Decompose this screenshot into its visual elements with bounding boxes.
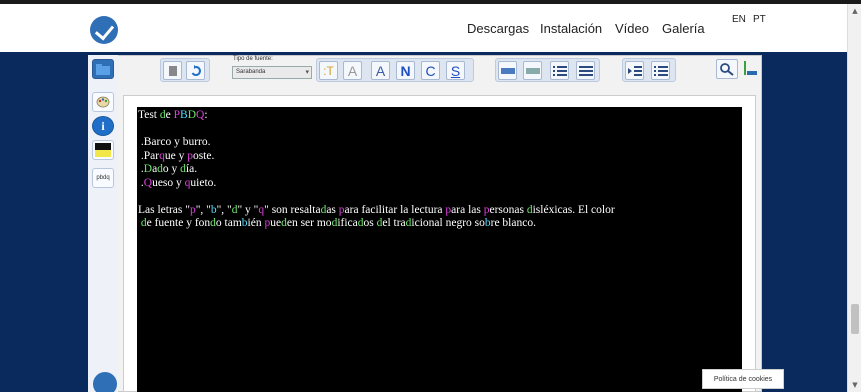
open-folder-icon[interactable]	[92, 59, 114, 79]
nav-link-descargas[interactable]: Descargas	[467, 21, 529, 36]
scroll-up-icon[interactable]: ▲	[850, 6, 860, 16]
text-segment: ía.	[185, 163, 198, 175]
nav-link-instalacion[interactable]: Instalación	[540, 21, 602, 36]
text-segment: D	[187, 109, 196, 121]
list-item: .Barco y burro.	[138, 136, 741, 150]
pbdq-toggle-button[interactable]: pbdq	[92, 168, 114, 188]
editor-paragraph: Las letras "p", "b", "d" y "q" son resal…	[138, 204, 741, 231]
nav-link-video[interactable]: Vídeo	[615, 21, 649, 36]
text-segment: uieto.	[190, 176, 217, 189]
paragraph-line: Las letras "p", "b", "d" y "q" son resal…	[138, 204, 741, 218]
text-segment: el tra	[382, 217, 406, 229]
editor-list: .Barco y burro. .Parque y poste. .Dado y…	[138, 136, 741, 190]
numbered-list-icon[interactable]	[576, 61, 595, 80]
outdent-icon[interactable]	[651, 61, 670, 80]
page-scrollbar[interactable]: ▲ ▼	[847, 4, 861, 392]
text-segment: ue	[270, 217, 282, 229]
text-segment: ién	[247, 217, 265, 229]
text-segment: as	[326, 203, 339, 216]
text-segment: isléxicas. El color	[532, 203, 615, 216]
app-logo-icon[interactable]	[90, 16, 118, 44]
text-segment: icional negro so	[411, 217, 485, 229]
palette-icon[interactable]	[92, 92, 114, 112]
text-segment: B	[180, 109, 188, 121]
text-segment: o y	[162, 163, 181, 175]
text-segment: " y "	[237, 203, 259, 216]
indent-icon[interactable]	[625, 61, 644, 80]
scroll-thumb[interactable]	[851, 304, 859, 334]
editor-sidebar: i pbdq	[88, 55, 118, 392]
lang-en[interactable]: EN	[732, 14, 746, 25]
underline-button[interactable]: S	[446, 61, 465, 80]
text-editor-area[interactable]: Test de PBDQ: .Barco y burro. .Parque y …	[137, 107, 742, 392]
text-segment: ue y	[164, 149, 188, 162]
text-segment: re blanco.	[490, 217, 536, 229]
text-segment: o tam	[215, 217, 242, 229]
text-segment: e fuente y fon	[146, 217, 211, 229]
editor-heading: Test de PBDQ:	[138, 109, 741, 123]
text-segment: ara las	[451, 203, 484, 216]
text-segment: Q	[143, 176, 153, 189]
font-size-increase-icon[interactable]: A	[343, 61, 362, 80]
text-segment: ueso y	[152, 176, 185, 189]
info-icon[interactable]: i	[92, 116, 114, 136]
text-color-icon[interactable]: :T	[319, 61, 338, 80]
bold-button[interactable]: N	[396, 61, 415, 80]
lang-pt[interactable]: PT	[753, 14, 766, 25]
text-segment: en ser mo	[286, 217, 332, 229]
text-segment: ", "	[216, 203, 232, 216]
background-color-icon[interactable]	[92, 140, 114, 160]
text-segment: D	[143, 163, 153, 175]
text-segment: os	[363, 217, 377, 229]
text-segment: .Par	[138, 149, 160, 162]
font-size-decrease-icon[interactable]: A	[371, 61, 390, 80]
list-item: .Parque y poste.	[138, 150, 741, 164]
text-segment: .Barco y burro.	[138, 136, 211, 148]
paragraph-line: de fuente y fondo también pueden ser mod…	[138, 217, 741, 231]
bullet-list-icon[interactable]	[550, 61, 569, 80]
search-text-icon[interactable]	[716, 59, 738, 79]
text-segment: :	[204, 109, 208, 121]
scroll-down-icon[interactable]: ▼	[850, 380, 860, 390]
highlight-icon[interactable]	[498, 61, 517, 80]
text-segment: Test	[138, 109, 160, 121]
text-segment: ", "	[195, 203, 211, 216]
font-type-label: Tipo de fuente:	[233, 56, 273, 62]
text-segment: oste.	[192, 149, 215, 162]
spacing-icon[interactable]	[523, 61, 542, 80]
text-segment: ara facilitar la lectura	[344, 203, 446, 216]
line-spacing-icon[interactable]	[740, 59, 760, 79]
list-item: .Dado y día.	[138, 163, 741, 177]
text-segment: ersonas	[489, 203, 527, 216]
site-header: Descargas Instalación Vídeo Galería EN P…	[0, 4, 847, 52]
text-segment: " son resalta	[264, 203, 321, 216]
clear-icon[interactable]	[163, 61, 182, 80]
text-segment: e	[165, 109, 174, 121]
undo-icon[interactable]	[186, 61, 205, 80]
text-segment: Las letras "	[138, 203, 190, 216]
cookie-policy-button[interactable]: Política de cookies	[702, 369, 784, 389]
app-logo-bottom-icon[interactable]	[93, 372, 117, 392]
font-type-select[interactable]: Sarabanda	[232, 66, 312, 79]
text-segment: ifica	[337, 217, 358, 229]
nav-link-galeria[interactable]: Galería	[662, 21, 705, 36]
italic-button[interactable]: C	[421, 61, 440, 80]
list-item: .Queso y quieto.	[138, 177, 741, 191]
